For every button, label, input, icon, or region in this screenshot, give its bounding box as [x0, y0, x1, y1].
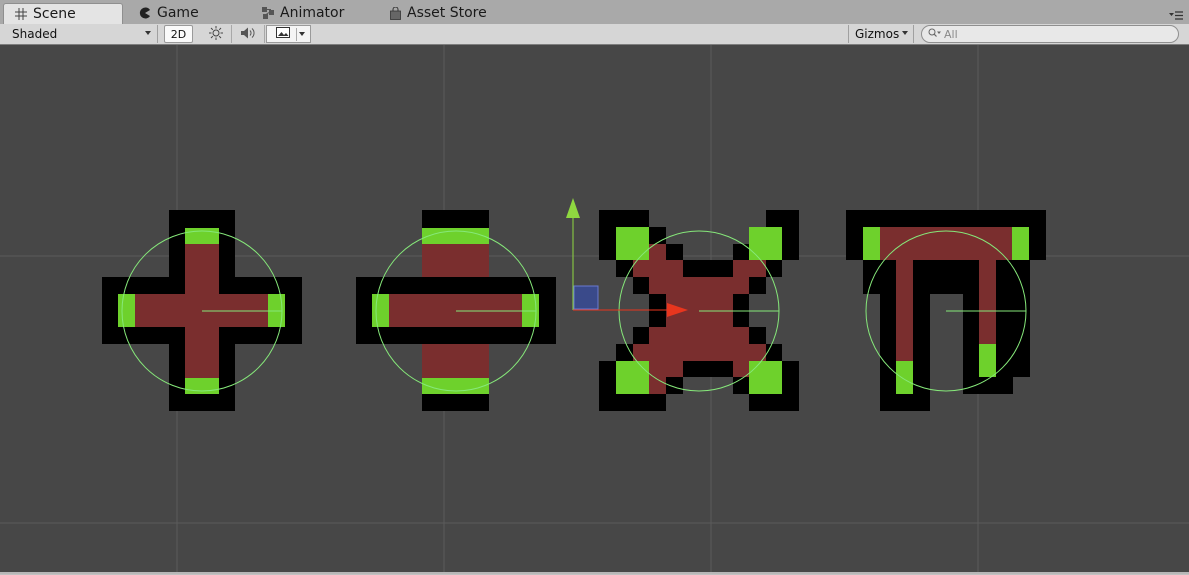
chevron-down-icon [145, 31, 151, 35]
xy-plane-handle [573, 285, 599, 310]
gizmos-label: Gizmos [855, 27, 900, 41]
lighting-toggle[interactable] [200, 25, 232, 43]
tab-animator-label: Animator [280, 5, 345, 21]
scene-viewport[interactable] [0, 45, 1189, 574]
scene-canvas [0, 45, 1189, 572]
store-bag-icon [388, 6, 402, 20]
mode-2d-label: 2D [170, 27, 187, 41]
tab-game[interactable]: Game [128, 3, 248, 23]
tab-animator[interactable]: Animator [251, 3, 381, 23]
scene-toolbar: Shaded 2D Gizmos [0, 24, 1189, 45]
shading-mode-label: Shaded [12, 27, 58, 41]
image-icon [276, 27, 290, 41]
grid-icon [14, 7, 28, 21]
sun-icon [208, 25, 223, 43]
animator-icon [261, 6, 275, 20]
search-input[interactable] [944, 27, 1164, 41]
pacman-icon [138, 6, 152, 20]
audio-toggle[interactable] [232, 25, 265, 43]
shading-mode-dropdown[interactable]: Shaded [0, 25, 158, 43]
tab-bar: Scene Game Animator Asset Store [0, 0, 1189, 25]
speaker-icon [240, 26, 256, 43]
gizmos-dropdown[interactable]: Gizmos [848, 25, 914, 43]
tab-scene[interactable]: Scene [3, 3, 123, 24]
tab-asset-store-label: Asset Store [407, 5, 487, 21]
tab-asset-store[interactable]: Asset Store [378, 3, 518, 23]
tab-menu-icon[interactable] [1169, 10, 1183, 22]
chevron-down-icon [299, 32, 305, 36]
tab-game-label: Game [157, 5, 199, 21]
y-axis-arrow-icon [566, 198, 580, 218]
mode-2d-button[interactable]: 2D [164, 25, 193, 43]
search-icon [928, 27, 942, 41]
tab-scene-label: Scene [33, 6, 76, 22]
effects-dropdown[interactable] [266, 25, 311, 43]
hierarchy-search[interactable] [921, 25, 1179, 43]
chevron-down-icon [902, 31, 908, 35]
